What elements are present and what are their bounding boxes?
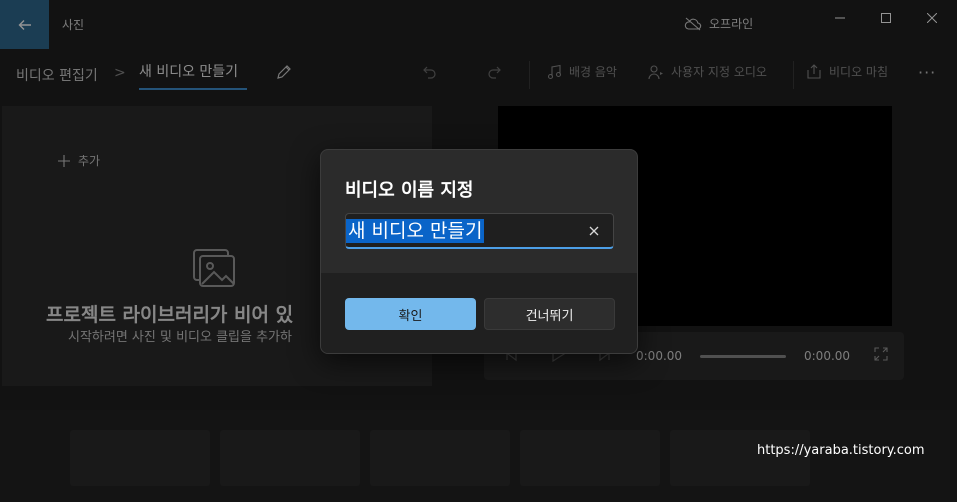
skip-button[interactable]: 건너뛰기 [484,298,615,330]
clear-icon [589,226,599,236]
video-name-selected-text[interactable]: 새 비디오 만들기 [346,219,485,243]
confirm-button[interactable]: 확인 [345,298,476,330]
video-name-input[interactable]: 새 비디오 만들기 [345,213,614,249]
watermark-text: https://yaraba.tistory.com [757,443,925,458]
name-video-dialog: 비디오 이름 지정 새 비디오 만들기 확인 건너뛰기 [320,149,638,354]
dialog-title: 비디오 이름 지정 [345,180,474,201]
dialog-footer: 확인 건너뛰기 [321,273,637,353]
clear-input-button[interactable] [585,222,603,244]
